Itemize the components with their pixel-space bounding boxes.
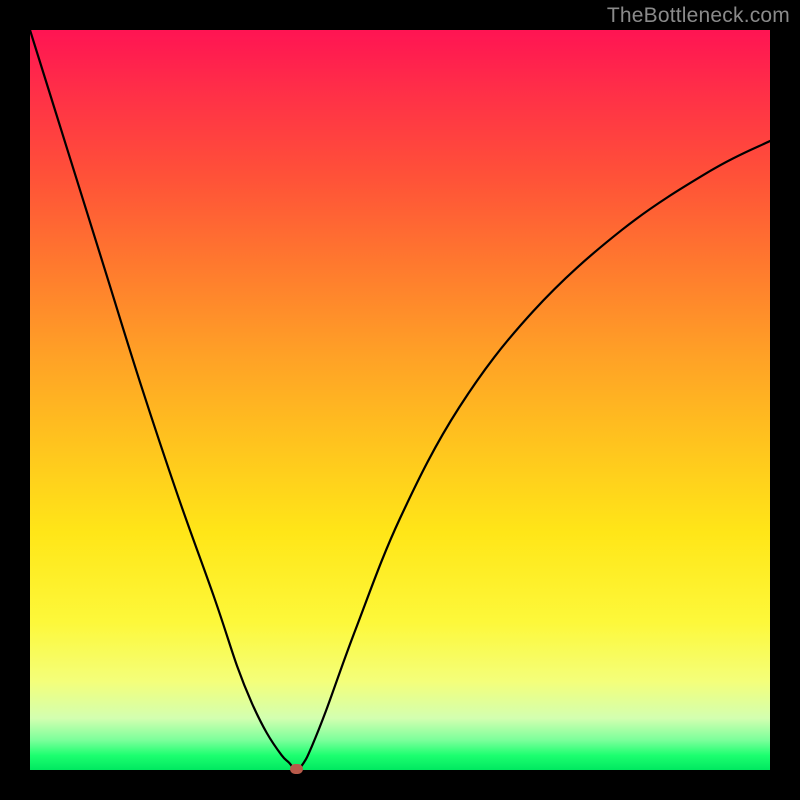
optimal-point-marker: [290, 764, 303, 774]
watermark-text: TheBottleneck.com: [607, 4, 790, 28]
plot-area: [30, 30, 770, 770]
chart-frame: TheBottleneck.com: [0, 0, 800, 800]
bottleneck-curve: [30, 30, 770, 770]
